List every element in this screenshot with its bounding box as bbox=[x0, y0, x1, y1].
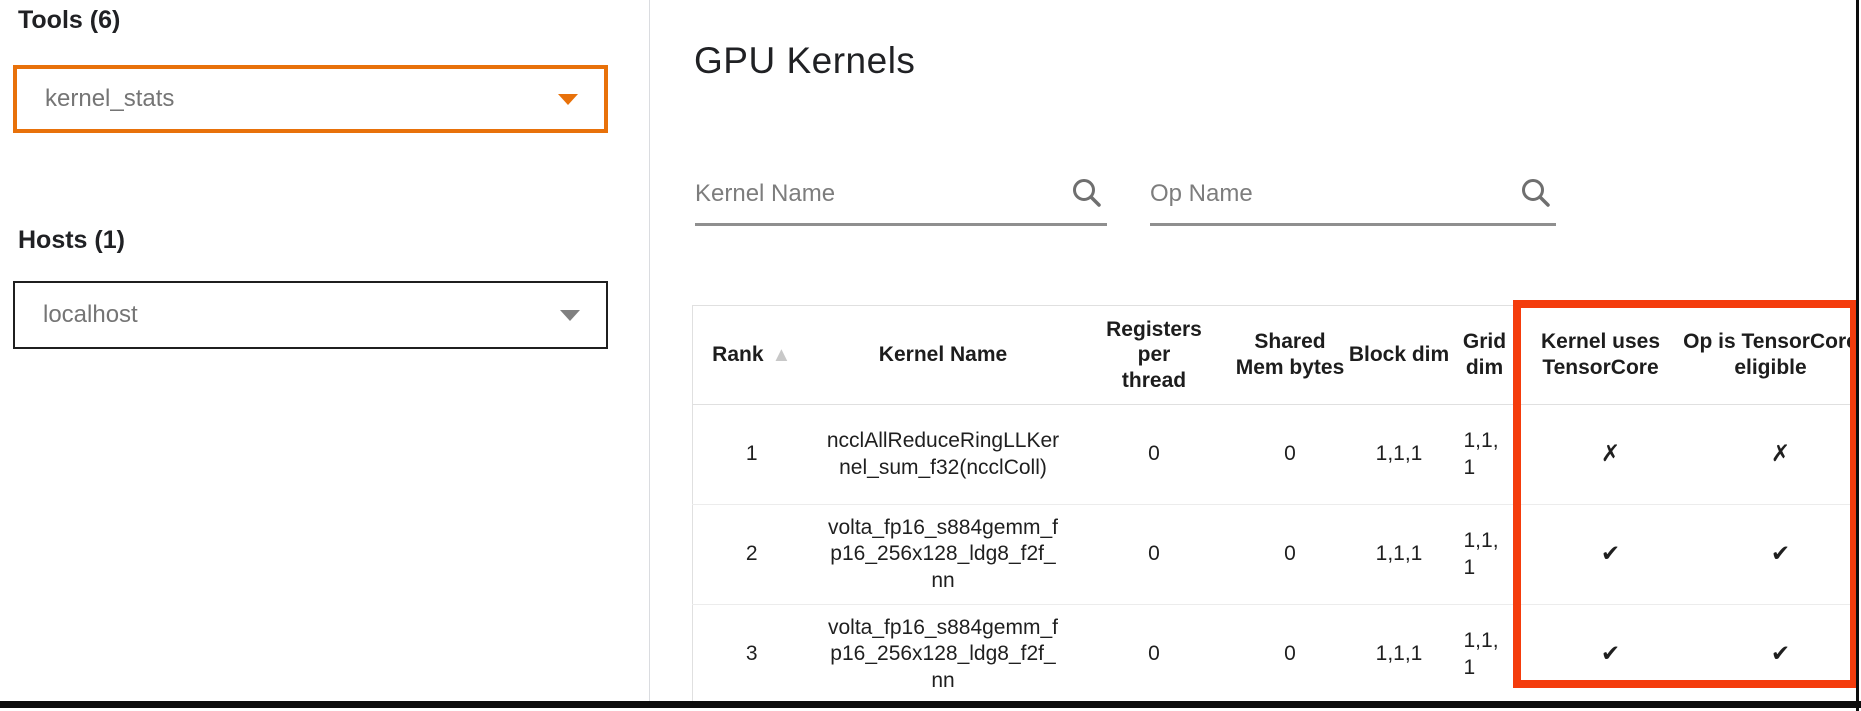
sort-ascending-icon[interactable]: ▲ bbox=[772, 344, 792, 366]
hosts-label: Hosts (1) bbox=[18, 226, 125, 255]
block-dim-cell: 1,1,1 bbox=[1348, 605, 1451, 705]
tools-select-value: kernel_stats bbox=[45, 85, 174, 113]
column-header-kernel-uses-tensorcore[interactable]: Kernel uses TensorCore bbox=[1519, 306, 1683, 405]
dropdown-arrow-icon bbox=[558, 94, 578, 105]
kernel-name-search-input[interactable] bbox=[695, 180, 1063, 208]
registers-cell: 0 bbox=[1076, 505, 1233, 605]
kernel-tensorcore-cell: ✔ bbox=[1519, 505, 1683, 605]
column-header-kernel-name[interactable]: Kernel Name bbox=[811, 306, 1076, 405]
table-header-row: Rank▲ Kernel Name Registers per thread S… bbox=[693, 306, 1859, 405]
column-header-rank[interactable]: Rank▲ bbox=[693, 306, 811, 405]
rank-cell: 1 bbox=[693, 405, 811, 505]
column-header-block-dim[interactable]: Block dim bbox=[1348, 306, 1451, 405]
search-icon bbox=[1518, 176, 1554, 212]
rank-cell: 2 bbox=[693, 505, 811, 605]
shared-mem-cell: 0 bbox=[1233, 605, 1348, 705]
registers-cell: 0 bbox=[1076, 605, 1233, 705]
tools-select[interactable]: kernel_stats bbox=[13, 65, 608, 133]
content-divider bbox=[649, 0, 650, 701]
block-dim-cell: 1,1,1 bbox=[1348, 405, 1451, 505]
grid-dim-cell: 1,1,1 bbox=[1451, 405, 1519, 505]
hosts-select-value: localhost bbox=[43, 301, 138, 329]
column-header-op-tensorcore-eligible[interactable]: Op is TensorCore eligible bbox=[1683, 306, 1859, 405]
op-name-search-field bbox=[1150, 164, 1556, 226]
block-dim-cell: 1,1,1 bbox=[1348, 505, 1451, 605]
rank-cell: 3 bbox=[693, 605, 811, 705]
search-icon bbox=[1069, 176, 1105, 212]
sidebar: Tools (6) kernel_stats Hosts (1) localho… bbox=[0, 0, 649, 701]
right-border-bar bbox=[1856, 0, 1859, 711]
table-row[interactable]: 1 ncclAllReduceRingLLKernel_sum_f32(nccl… bbox=[693, 405, 1859, 505]
kernel-name-search-field bbox=[695, 164, 1107, 226]
bottom-border-bar bbox=[0, 701, 1861, 708]
hosts-select[interactable]: localhost bbox=[13, 281, 608, 349]
table-row[interactable]: 2 volta_fp16_s884gemm_fp16_256x128_ldg8_… bbox=[693, 505, 1859, 605]
column-header-registers-per-thread[interactable]: Registers per thread bbox=[1076, 306, 1233, 405]
kernel-name-cell: volta_fp16_s884gemm_fp16_256x128_ldg8_f2… bbox=[811, 505, 1076, 605]
kernel-name-cell: ncclAllReduceRingLLKernel_sum_f32(ncclCo… bbox=[811, 405, 1076, 505]
column-header-grid-dim[interactable]: Grid dim bbox=[1451, 306, 1519, 405]
kernel-tensorcore-cell: ✗ bbox=[1519, 405, 1683, 505]
grid-dim-cell: 1,1,1 bbox=[1451, 505, 1519, 605]
gpu-kernels-table: Rank▲ Kernel Name Registers per thread S… bbox=[692, 305, 1859, 705]
op-tensorcore-cell: ✔ bbox=[1683, 605, 1859, 705]
shared-mem-cell: 0 bbox=[1233, 505, 1348, 605]
grid-dim-cell: 1,1,1 bbox=[1451, 605, 1519, 705]
column-header-shared-mem-bytes[interactable]: Shared Mem bytes bbox=[1233, 306, 1348, 405]
op-tensorcore-cell: ✔ bbox=[1683, 505, 1859, 605]
op-name-search-input[interactable] bbox=[1150, 180, 1512, 208]
table-row[interactable]: 3 volta_fp16_s884gemm_fp16_256x128_ldg8_… bbox=[693, 605, 1859, 705]
tools-label: Tools (6) bbox=[18, 6, 120, 35]
kernel-name-cell: volta_fp16_s884gemm_fp16_256x128_ldg8_f2… bbox=[811, 605, 1076, 705]
shared-mem-cell: 0 bbox=[1233, 405, 1348, 505]
dropdown-arrow-icon bbox=[560, 310, 580, 321]
page-title: GPU Kernels bbox=[694, 40, 915, 82]
op-tensorcore-cell: ✗ bbox=[1683, 405, 1859, 505]
kernel-tensorcore-cell: ✔ bbox=[1519, 605, 1683, 705]
registers-cell: 0 bbox=[1076, 405, 1233, 505]
